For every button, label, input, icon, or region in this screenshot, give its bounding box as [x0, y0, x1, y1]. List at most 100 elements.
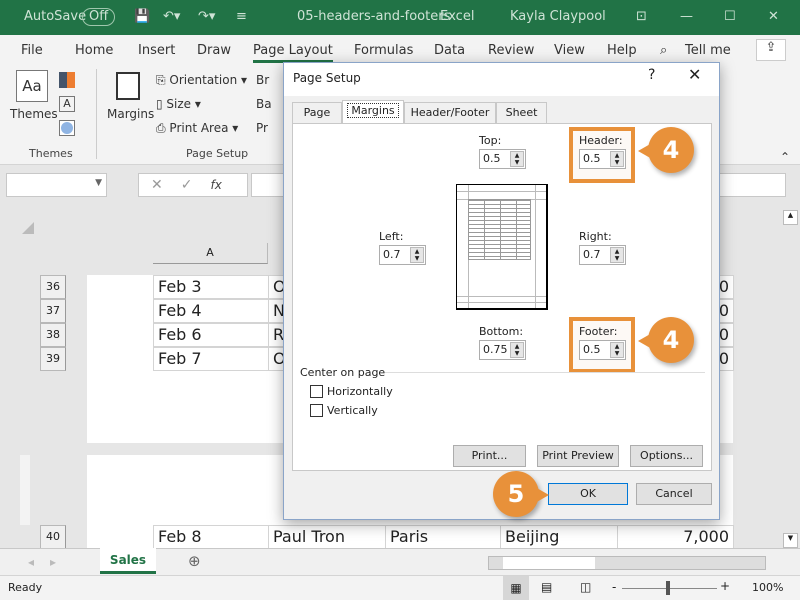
close-icon[interactable]: ✕ — [768, 9, 779, 24]
cell-b[interactable]: Paul Tron — [268, 525, 386, 549]
page-layout-view-icon[interactable]: ▤ — [541, 580, 552, 594]
tab-file[interactable]: File — [21, 43, 43, 58]
tab-view[interactable]: View — [554, 43, 585, 58]
scroll-thumb[interactable] — [503, 557, 595, 569]
dialog-tab-page[interactable]: Page — [292, 102, 342, 123]
tab-data[interactable]: Data — [434, 43, 465, 58]
insert-function-icon[interactable]: fx — [210, 178, 221, 192]
page-break-view-icon[interactable]: ◫ — [580, 580, 591, 594]
tab-formulas[interactable]: Formulas — [354, 43, 413, 58]
add-sheet-icon[interactable]: ⊕ — [188, 552, 201, 570]
cancel-icon[interactable]: ✕ — [151, 177, 163, 193]
print-titles-button[interactable]: Pr — [256, 121, 268, 135]
footer-spinner[interactable]: 0.5 ▲ ▼ — [579, 340, 626, 360]
vertical-scrollbar[interactable]: ▲ ▼ — [781, 210, 800, 548]
cell-e[interactable]: 7,000 — [617, 525, 734, 549]
right-spinner[interactable]: 0.7 ▲ ▼ — [579, 245, 626, 265]
left-spinner[interactable]: 0.7 ▲ ▼ — [379, 245, 426, 265]
sheet-tab-sales[interactable]: Sales — [100, 548, 156, 574]
cell-a[interactable]: Feb 3 — [153, 275, 269, 299]
tell-me[interactable]: Tell me — [685, 43, 731, 58]
tab-page-layout[interactable]: Page Layout — [253, 43, 333, 63]
horizontally-label[interactable]: Horizontally — [327, 385, 393, 398]
undo-icon[interactable]: ↶▾ — [163, 9, 180, 24]
row-header[interactable]: 40 — [40, 525, 66, 549]
horizontally-checkbox[interactable] — [310, 385, 323, 398]
print-button[interactable]: Print... — [453, 445, 526, 467]
cell-a[interactable]: Feb 4 — [153, 299, 269, 323]
spinner-arrows-icon[interactable]: ▲ ▼ — [610, 247, 624, 263]
breaks-button[interactable]: Br — [256, 73, 269, 87]
spinner-arrows-icon[interactable]: ▲ ▼ — [510, 151, 524, 167]
zoom-level[interactable]: 100% — [752, 581, 783, 594]
normal-view-icon[interactable]: ▦ — [503, 576, 529, 600]
zoom-out-icon[interactable]: - — [612, 580, 616, 594]
cell-d[interactable]: Beijing — [500, 525, 618, 549]
themes-button[interactable]: Themes — [10, 107, 58, 121]
minimize-icon[interactable]: — — [680, 9, 693, 24]
cell-c[interactable]: Paris — [385, 525, 501, 549]
margins-button[interactable]: Margins — [107, 107, 154, 121]
save-icon[interactable]: 💾 — [134, 9, 150, 24]
background-button[interactable]: Ba — [256, 97, 272, 111]
size-button[interactable]: ▯ Size ▾ — [156, 97, 201, 111]
vertically-checkbox[interactable] — [310, 404, 323, 417]
colors-icon[interactable] — [59, 72, 75, 88]
select-all-icon[interactable] — [22, 222, 34, 234]
effects-icon[interactable] — [59, 120, 75, 136]
dialog-close-icon[interactable]: ✕ — [688, 65, 701, 84]
print-preview-button[interactable]: Print Preview — [537, 445, 619, 467]
name-box[interactable]: ▼ — [6, 173, 107, 197]
orientation-button[interactable]: ⎘ Orientation ▾ — [156, 73, 247, 88]
dialog-tab-header-footer[interactable]: Header/Footer — [404, 102, 496, 123]
prev-sheet-icon[interactable]: ◂ — [28, 555, 34, 569]
dialog-tab-margins[interactable]: Margins — [342, 100, 404, 124]
tab-draw[interactable]: Draw — [197, 43, 231, 58]
next-sheet-icon[interactable]: ▸ — [50, 555, 56, 569]
cancel-button[interactable]: Cancel — [636, 483, 712, 505]
customize-qat-icon[interactable]: ≡ — [236, 9, 247, 24]
column-header-a[interactable]: A — [153, 243, 268, 264]
spinner-arrows-icon[interactable]: ▲ ▼ — [610, 342, 624, 358]
search-icon[interactable]: ⌕ — [660, 43, 667, 58]
scroll-up-icon[interactable]: ▲ — [783, 210, 798, 225]
margins-icon[interactable] — [116, 72, 140, 100]
ok-button[interactable]: OK — [548, 483, 628, 505]
header-spinner[interactable]: 0.5 ▲ ▼ — [579, 149, 626, 169]
top-spinner[interactable]: 0.5 ▲ ▼ — [479, 149, 526, 169]
maximize-icon[interactable]: ☐ — [724, 9, 736, 24]
spinner-arrows-icon[interactable]: ▲ ▼ — [610, 151, 624, 167]
fonts-icon[interactable]: A — [59, 96, 75, 112]
tab-home[interactable]: Home — [75, 43, 113, 58]
bottom-spinner[interactable]: 0.75 ▲ ▼ — [479, 340, 526, 360]
zoom-in-icon[interactable]: + — [720, 579, 730, 593]
horizontal-scrollbar[interactable] — [488, 556, 766, 570]
tab-help[interactable]: Help — [607, 43, 637, 58]
spinner-arrows-icon[interactable]: ▲ ▼ — [510, 342, 524, 358]
cell-a[interactable]: Feb 7 — [153, 347, 269, 371]
cell-a[interactable]: Feb 6 — [153, 323, 269, 347]
collapse-ribbon-icon[interactable]: ⌃ — [780, 150, 790, 164]
enter-icon[interactable]: ✓ — [181, 177, 193, 193]
row-header[interactable]: 39 — [40, 347, 66, 371]
themes-icon[interactable]: Aa — [16, 70, 48, 102]
tab-insert[interactable]: Insert — [138, 43, 175, 58]
row-header[interactable]: 36 — [40, 275, 66, 299]
scroll-down-icon[interactable]: ▼ — [783, 533, 798, 548]
row-header[interactable]: 37 — [40, 299, 66, 323]
tab-review[interactable]: Review — [488, 43, 534, 58]
dialog-tab-sheet[interactable]: Sheet — [496, 102, 547, 123]
cell-a[interactable]: Feb 8 — [153, 525, 269, 549]
help-button[interactable]: ? — [648, 67, 655, 83]
zoom-slider[interactable] — [622, 581, 717, 595]
ribbon-display-icon[interactable]: ⊡ — [636, 9, 647, 24]
vertically-label[interactable]: Vertically — [327, 404, 378, 417]
autosave-toggle[interactable]: Off — [82, 8, 116, 26]
share-button[interactable]: ⇪ — [756, 39, 786, 61]
redo-icon[interactable]: ↷▾ — [198, 9, 215, 24]
row-header[interactable]: 38 — [40, 323, 66, 347]
spinner-arrows-icon[interactable]: ▲ ▼ — [410, 247, 424, 263]
print-area-button[interactable]: ⎙ Print Area ▾ — [156, 121, 238, 136]
options-button[interactable]: Options... — [630, 445, 703, 467]
zoom-slider-thumb[interactable] — [666, 581, 670, 595]
